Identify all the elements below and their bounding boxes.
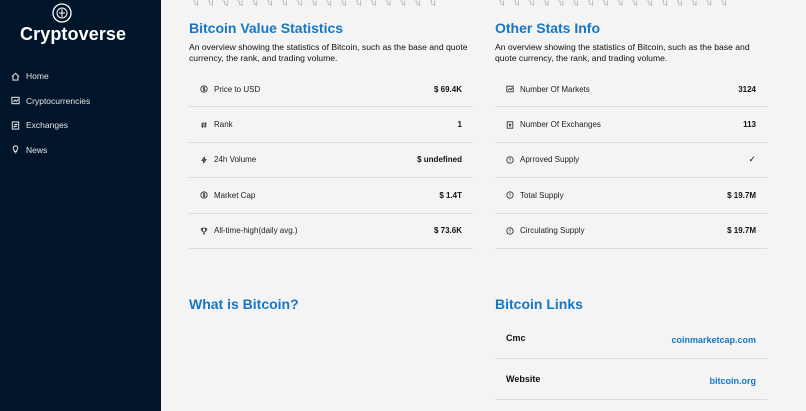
brand-title[interactable]: Cryptoverse bbox=[20, 24, 126, 45]
stat-value: $ 19.7M bbox=[727, 190, 756, 200]
link-name: Website bbox=[506, 374, 541, 384]
scroll-fragment-right: ʮʮʮʮʮʮʮʮʮʮʮʮʮʮʮʮ bbox=[499, 0, 727, 6]
exchange-icon bbox=[11, 121, 20, 130]
value-stats-description: An overview showing the statistics of Bi… bbox=[189, 42, 468, 63]
stat-label: Rank bbox=[214, 120, 233, 130]
exclamation-circle-icon bbox=[506, 227, 514, 235]
value-stats-title: Bitcoin Value Statistics bbox=[189, 20, 344, 36]
stat-value: $ undefined bbox=[417, 155, 462, 165]
other-stats-title: Other Stats Info bbox=[495, 20, 601, 36]
value-stats-list: Price to USD $ 69.4K Rank 1 24h Volume $… bbox=[189, 72, 473, 249]
fund-icon bbox=[506, 85, 514, 93]
link-url[interactable]: bitcoin.org bbox=[710, 376, 757, 386]
other-stats-list: Number Of Markets 3124 Number Of Exchang… bbox=[495, 72, 767, 249]
other-stats-description: An overview showing the statistics of Bi… bbox=[495, 42, 750, 63]
links-title: Bitcoin Links bbox=[495, 296, 583, 312]
stat-row-all-time-high: All-time-high(daily avg.) $ 73.6K bbox=[189, 214, 473, 249]
check-icon: ✓ bbox=[748, 154, 756, 165]
number-icon bbox=[201, 121, 207, 128]
exclamation-circle-icon bbox=[506, 191, 514, 199]
trophy-icon bbox=[200, 227, 208, 234]
stat-value: 1 bbox=[457, 120, 462, 130]
stat-row-volume: 24h Volume $ undefined bbox=[189, 143, 473, 179]
stat-row-market-cap: Market Cap $ 1.4T bbox=[189, 178, 473, 214]
stat-row-total-supply: Total Supply $ 19.7M bbox=[495, 178, 767, 214]
stat-row-approved-supply: Aprroved Supply ✓ bbox=[495, 143, 767, 179]
stat-label: Price to USD bbox=[214, 84, 261, 94]
stat-row-exchanges: Number Of Exchanges 113 bbox=[495, 107, 767, 143]
sidebar: Cryptoverse Home Cryptocurrencies Exchan… bbox=[0, 0, 161, 411]
money-collect-icon bbox=[506, 120, 514, 129]
stat-row-markets: Number Of Markets 3124 bbox=[495, 72, 767, 108]
stat-label: 24h Volume bbox=[214, 155, 257, 165]
stat-label: Number Of Exchanges bbox=[520, 120, 601, 130]
stat-value: $ 73.6K bbox=[433, 226, 462, 236]
links-list: Cmc coinmarketcap.com Website bitcoin.or… bbox=[495, 318, 767, 400]
sidebar-item-label: News bbox=[26, 144, 48, 155]
stat-label: Number Of Markets bbox=[520, 84, 590, 94]
about-title: What is Bitcoin? bbox=[189, 296, 299, 312]
sidebar-item-label: Exchanges bbox=[26, 120, 69, 131]
logo-emblem-icon bbox=[52, 3, 72, 23]
stat-label: Total Supply bbox=[520, 190, 564, 200]
stat-value: $ 19.7M bbox=[727, 226, 756, 236]
bulb-icon bbox=[12, 145, 19, 154]
stat-value: $ 69.4K bbox=[433, 84, 462, 94]
scroll-fragment-left: ʮʮʮʮʮʮʮʮʮʮʮʮʮʮʮʮʮ bbox=[193, 0, 436, 6]
sidebar-item-cryptocurrencies[interactable]: Cryptocurrencies bbox=[0, 89, 161, 114]
stat-label: Circulating Supply bbox=[520, 226, 585, 236]
sidebar-item-label: Home bbox=[26, 71, 49, 82]
sidebar-item-home[interactable]: Home bbox=[0, 64, 161, 89]
stat-value: 3124 bbox=[738, 84, 756, 94]
fund-icon bbox=[11, 97, 20, 105]
sidebar-nav: Home Cryptocurrencies Exchanges News bbox=[0, 64, 161, 162]
dollar-circle-icon bbox=[200, 85, 208, 93]
stat-label: Market Cap bbox=[214, 190, 256, 200]
stat-row-rank: Rank 1 bbox=[189, 107, 473, 143]
home-icon bbox=[11, 72, 20, 81]
thunderbolt-icon bbox=[201, 156, 207, 164]
link-row-cmc: Cmc coinmarketcap.com bbox=[495, 318, 767, 359]
link-url[interactable]: coinmarketcap.com bbox=[671, 335, 756, 345]
stat-label: Aprroved Supply bbox=[520, 155, 580, 165]
exclamation-circle-icon bbox=[506, 156, 514, 164]
link-row-website: Website bitcoin.org bbox=[495, 359, 767, 400]
sidebar-item-exchanges[interactable]: Exchanges bbox=[0, 113, 161, 138]
stat-value: $ 1.4T bbox=[439, 190, 462, 200]
stat-label: All-time-high(daily avg.) bbox=[214, 226, 298, 236]
stat-row-price: Price to USD $ 69.4K bbox=[189, 72, 473, 108]
sidebar-item-news[interactable]: News bbox=[0, 138, 161, 163]
stat-value: 113 bbox=[743, 120, 756, 130]
sidebar-item-label: Cryptocurrencies bbox=[26, 95, 91, 106]
link-name: Cmc bbox=[506, 333, 526, 343]
dollar-circle-icon bbox=[200, 191, 208, 199]
stat-row-circulating-supply: Circulating Supply $ 19.7M bbox=[495, 214, 767, 249]
